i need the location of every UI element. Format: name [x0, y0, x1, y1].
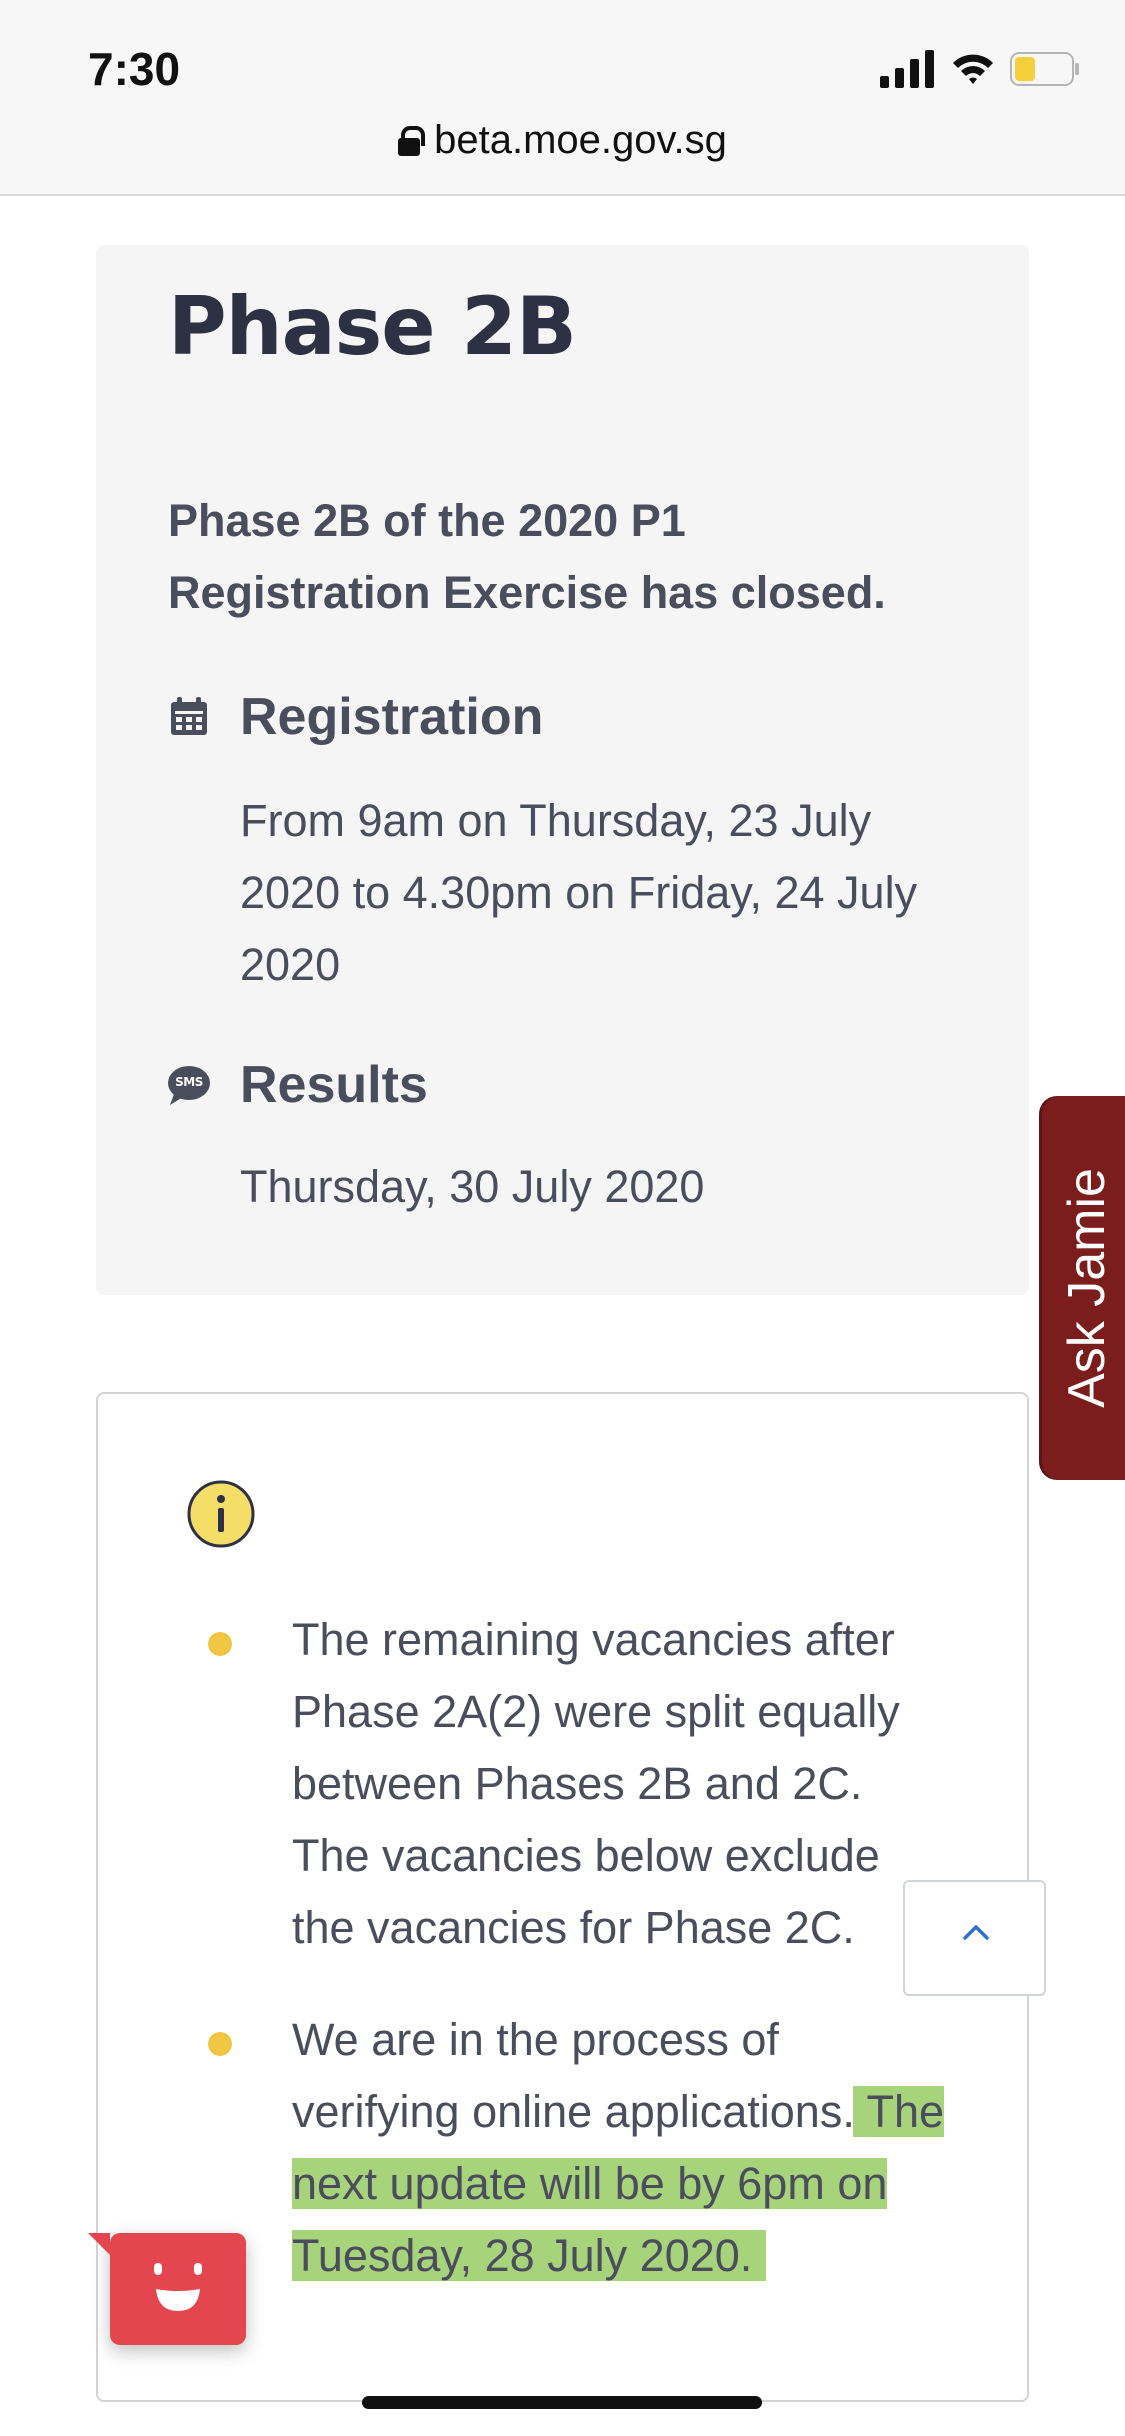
chat-bot-button[interactable] [88, 2233, 246, 2345]
registration-heading-row: Registration [168, 687, 543, 747]
bullet-dot [208, 2032, 232, 2056]
bullet-text: The remaining vacancies after Phase 2A(2… [292, 1614, 900, 1953]
list-item: The remaining vacancies after Phase 2A(2… [98, 1604, 1027, 1964]
ask-jamie-tab[interactable]: Ask Jamie [1042, 1096, 1125, 1480]
bullet-dot [208, 1632, 232, 1656]
info-icon [187, 1480, 255, 1548]
info-bullet-list: The remaining vacancies after Phase 2A(2… [98, 1604, 1027, 2332]
wifi-icon [953, 54, 993, 84]
results-heading-row: SMS Results [168, 1055, 428, 1115]
address-bar[interactable]: beta.moe.gov.sg [0, 118, 1125, 163]
results-text: Thursday, 30 July 2020 [240, 1161, 705, 1212]
calendar-icon [171, 697, 207, 735]
phase-description: Phase 2B of the 2020 P1 Registration Exe… [168, 495, 886, 618]
sms-icon: SMS [168, 1064, 210, 1106]
smiley-face-icon [154, 2263, 202, 2311]
url-text: beta.moe.gov.sg [434, 118, 727, 162]
registration-text: From 9am on Thursday, 23 July 2020 to 4.… [240, 795, 918, 990]
results-heading: Results [240, 1056, 428, 1114]
clock: 7:30 [88, 43, 181, 95]
chevron-up-icon [963, 1925, 989, 1940]
lock-icon [398, 126, 426, 156]
bullet-text: We are in the process of verifying onlin… [292, 2014, 855, 2137]
battery-icon [1010, 52, 1079, 86]
ask-jamie-label: Ask Jamie [1058, 1168, 1116, 1408]
registration-heading: Registration [240, 688, 544, 746]
back-to-top-button[interactable] [903, 1880, 1046, 1996]
cellular-signal-icon [880, 50, 934, 88]
phase-card: Phase 2B Phase 2B of the 2020 P1 Registr… [96, 245, 1029, 1295]
page-title: Phase 2B [168, 280, 577, 373]
home-indicator [362, 2396, 762, 2409]
status-bar: 7:30 beta.moe.gov.sg [0, 0, 1125, 196]
sms-icon-label: SMS [175, 1075, 203, 1089]
